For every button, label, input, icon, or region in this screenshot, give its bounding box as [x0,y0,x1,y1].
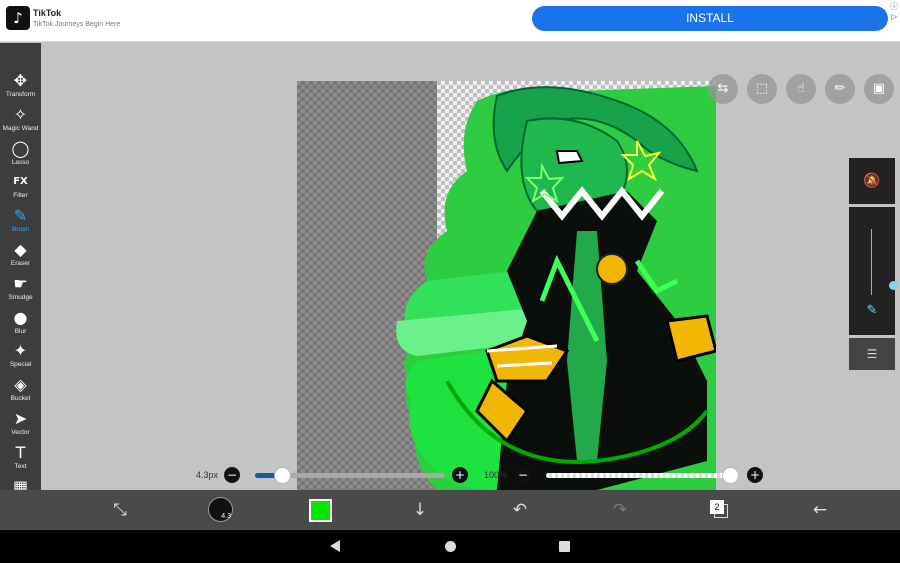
brush-size-label: 4.3px [196,470,219,480]
tool-label: Filter [13,192,28,200]
reference-image-icon[interactable]: ▣ [864,74,894,104]
size-plus-button[interactable]: + [452,467,468,483]
brush-icon: ✎ [13,206,28,226]
tool-bucket[interactable]: ◈ Bucket [0,375,41,408]
tool-label: Special [9,361,32,369]
drawing-canvas[interactable] [297,81,716,490]
tool-label: Magic Wand [2,124,39,132]
artwork [396,86,716,490]
settings-sliders-icon[interactable]: ☰ [849,338,895,370]
tool-filter[interactable]: FX Filter [0,172,41,205]
filter-icon: FX [13,176,28,188]
tool-label: Vector [11,429,30,436]
smudge-icon: ☛ [13,273,28,293]
pressure-slider[interactable] [871,229,898,295]
system-nav-bar [0,530,900,563]
selection-icon[interactable]: ⬚ [747,74,777,104]
download-icon[interactable]: ↓ [405,490,435,530]
ad-banner[interactable]: ♪ TikTok TikTok Journeys Begin Here INST… [0,0,900,42]
pressure-panel: ✎ [849,207,898,335]
pen-icon[interactable]: ✎ [849,303,895,318]
size-slider-handle[interactable] [273,467,291,484]
opacity-slider-handle[interactable] [722,467,739,484]
app-root: ♪ TikTok TikTok Journeys Begin Here INST… [0,0,900,563]
layer-count: 2 [710,500,724,514]
brush-size-slider[interactable] [255,467,445,484]
ad-info-icon[interactable]: ⓘ [890,1,898,12]
blur-icon: ● [13,307,28,327]
back-arrow-icon[interactable]: ← [805,490,835,530]
hand-icon[interactable]: ☝ [786,74,816,104]
tool-label: Smudge [8,293,33,301]
opacity-minus-button[interactable]: − [515,467,531,483]
nav-home-icon[interactable] [445,541,456,552]
lasso-icon: ◯ [11,138,30,158]
tool-sidebar: ✥ Transform ✧ Magic Wand ◯ Lasso FX Filter ✎ Brus… [0,43,41,530]
transform-icon[interactable]: ⤡ [105,490,135,530]
tool-label: Brush [12,226,29,234]
ad-tagline: TikTok Journeys Begin Here [33,21,121,28]
undo-icon[interactable]: ↶ [505,490,535,530]
nav-back-icon[interactable] [330,540,340,552]
tool-text[interactable]: T Text [0,443,41,476]
tool-brush[interactable]: ✎ Brush [0,206,41,239]
tool-eraser[interactable]: ◆ Eraser [0,240,41,273]
opacity-label: 100% [484,470,508,480]
eraser-icon: ◆ [14,240,27,259]
tool-blur[interactable]: ● Blur [0,308,41,341]
mute-icon[interactable]: 🔕 [849,158,895,204]
install-button[interactable]: INSTALL [532,6,888,31]
tool-label: Lasso [11,158,30,166]
brush-size-badge: 4.3 [221,513,231,520]
tool-transform[interactable]: ✥ Transform [0,71,41,104]
ad-app-name: TikTok [33,8,62,18]
nav-recents-icon[interactable] [559,541,570,552]
text-icon: T [15,442,26,462]
redo-icon[interactable]: ↷ [605,490,635,530]
tool-label: Blur [14,327,27,335]
toggle-icon[interactable]: ⇆ [708,74,738,104]
layers-button[interactable]: 2 [710,500,728,518]
tool-label: Bucket [10,395,31,403]
tool-magic-wand[interactable]: ✧ Magic Wand [0,105,41,138]
vector-icon: ➤ [13,409,28,428]
tool-label: Text [14,462,27,470]
bucket-icon: ◈ [14,375,27,395]
special-icon: ✦ [13,341,28,361]
bottom-toolbar: ⤡ 4.3 ↓ ↶ ↷ 2 ← [0,490,900,530]
tool-special[interactable]: ✦ Special [0,341,41,374]
color-swatch-button[interactable] [309,499,332,522]
tool-label: Eraser [10,260,31,267]
tool-label: Transform [5,91,36,98]
magic-wand-icon: ✧ [13,104,28,124]
size-minus-button[interactable]: − [224,467,240,483]
ruler-icon[interactable]: ✏ [825,74,855,104]
opacity-plus-button[interactable]: + [747,467,763,483]
tool-lasso[interactable]: ◯ Lasso [0,139,41,172]
tool-vector[interactable]: ➤ Vector [0,409,41,442]
opacity-slider[interactable] [546,467,739,484]
tool-smudge[interactable]: ☛ Smudge [0,274,41,307]
pressure-slider-handle[interactable] [889,281,898,291]
tiktok-logo-icon: ♪ [6,6,30,30]
ad-play-icon[interactable]: ▷ [891,12,897,21]
transform-icon: ✥ [13,71,28,90]
brush-preview-button[interactable]: 4.3 [208,497,233,522]
